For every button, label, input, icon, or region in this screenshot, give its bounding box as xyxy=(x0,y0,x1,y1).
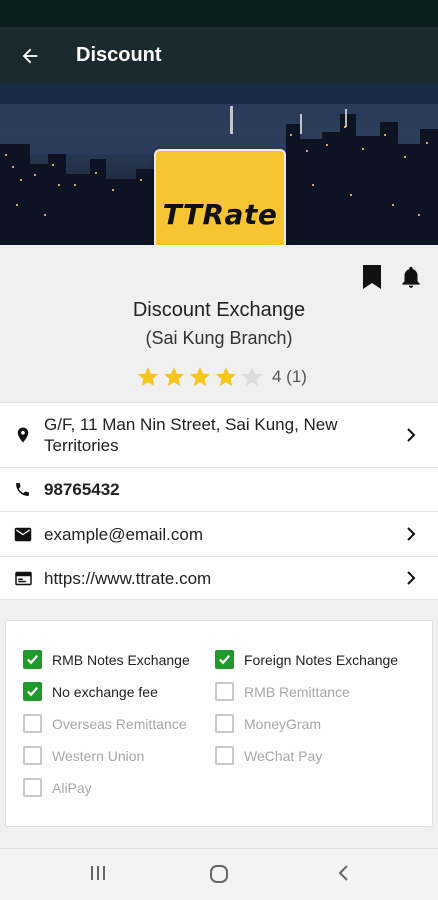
service-label: RMB Remittance xyxy=(244,683,350,700)
bell-icon xyxy=(402,266,420,288)
system-nav-bar xyxy=(0,848,438,900)
email-text: example@email.com xyxy=(44,524,203,544)
service-checkbox[interactable]: RMB Notes Exchange xyxy=(23,650,190,669)
chevron-right-icon xyxy=(407,527,416,541)
address-text: G/F, 11 Man Nin Street, Sai Kung, New Te… xyxy=(44,415,338,455)
checkmark-icon xyxy=(27,687,38,697)
checkbox-checked-icon xyxy=(23,682,42,701)
chevron-left-icon xyxy=(338,865,348,881)
arrow-back-icon xyxy=(22,48,38,63)
service-label: MoneyGram xyxy=(244,715,322,732)
app-bar: Discount xyxy=(0,27,438,84)
mail-icon xyxy=(14,527,32,541)
service-checkbox[interactable]: No exchange fee xyxy=(23,682,158,701)
recent-apps-button[interactable] xyxy=(88,863,108,888)
checkbox-empty-icon xyxy=(23,778,42,797)
back-nav-button[interactable] xyxy=(334,863,354,888)
address-row[interactable]: G/F, 11 Man Nin Street, Sai Kung, New Te… xyxy=(0,402,438,467)
checkbox-empty-icon xyxy=(215,682,234,701)
star-icon xyxy=(164,367,184,386)
service-label: WeChat Pay xyxy=(244,747,323,764)
service-checkbox[interactable]: MoneyGram xyxy=(215,714,321,733)
notification-button[interactable] xyxy=(398,263,424,296)
bookmark-button[interactable] xyxy=(361,264,383,295)
location-pin-icon xyxy=(17,427,29,443)
star-icon xyxy=(138,367,158,386)
service-checkbox[interactable]: Western Union xyxy=(23,746,144,765)
checkbox-empty-icon xyxy=(215,714,234,733)
phone-icon xyxy=(16,483,29,496)
rating-stars xyxy=(136,365,266,389)
phone-row[interactable]: 98765432 xyxy=(0,467,438,511)
home-button[interactable] xyxy=(208,863,230,890)
star-icon xyxy=(190,367,210,386)
service-checkbox[interactable]: Foreign Notes Exchange xyxy=(215,650,398,669)
checkbox-checked-icon xyxy=(215,650,234,669)
checkbox-empty-icon xyxy=(215,746,234,765)
shop-header: Discount Exchange (Sai Kung Branch) 4 (1… xyxy=(0,245,438,402)
service-label: Western Union xyxy=(52,747,145,764)
rating: 4 (1) xyxy=(136,365,307,389)
phone-text: 98765432 xyxy=(44,480,120,499)
chevron-right-icon xyxy=(407,571,416,585)
branch-name: (Sai Kung Branch) xyxy=(145,328,293,348)
checkmark-icon xyxy=(219,655,230,665)
status-bar xyxy=(0,0,438,27)
checkbox-checked-icon xyxy=(23,650,42,669)
checkbox-empty-icon xyxy=(23,714,42,733)
service-label: Foreign Notes Exchange xyxy=(244,651,399,668)
service-label: RMB Notes Exchange xyxy=(52,651,190,668)
services-card: RMB Notes Exchange Foreign Notes Exchange… xyxy=(5,620,433,827)
shop-name: Discount Exchange xyxy=(132,299,306,321)
shop-info-list: G/F, 11 Man Nin Street, Sai Kung, New Te… xyxy=(0,402,438,600)
home-icon xyxy=(210,865,228,883)
service-checkbox[interactable]: RMB Remittance xyxy=(215,682,350,701)
rating-text: 4 (1) xyxy=(272,367,307,386)
back-button[interactable] xyxy=(0,27,60,84)
service-label: No exchange fee xyxy=(52,683,158,700)
star-icon xyxy=(242,367,262,386)
website-text: https://www.ttrate.com xyxy=(44,568,212,588)
service-label: AliPay xyxy=(52,779,92,796)
star-icon xyxy=(216,367,236,386)
website-row[interactable]: https://www.ttrate.com xyxy=(0,556,438,600)
service-checkbox[interactable]: AliPay xyxy=(23,778,92,797)
logo-text: TTRate xyxy=(162,197,278,231)
service-label: Overseas Remittance xyxy=(52,715,187,732)
service-checkbox[interactable]: Overseas Remittance xyxy=(23,714,187,733)
page-title: Discount xyxy=(76,44,162,66)
service-checkbox[interactable]: WeChat Pay xyxy=(215,746,322,765)
checkmark-icon xyxy=(27,655,38,665)
browser-icon xyxy=(15,571,32,585)
chevron-right-icon xyxy=(407,428,416,442)
email-row[interactable]: example@email.com xyxy=(0,511,438,556)
checkbox-empty-icon xyxy=(23,746,42,765)
bookmark-icon xyxy=(363,265,381,289)
recent-apps-icon xyxy=(91,866,105,880)
